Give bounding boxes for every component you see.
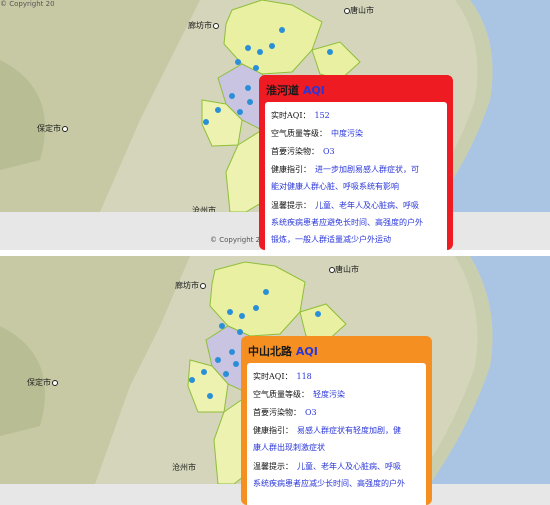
city-label-baoding: 保定市 xyxy=(27,377,58,388)
realtime-aqi-value: 152 xyxy=(314,111,330,120)
city-label-cangzhou: 沧州市 xyxy=(172,463,196,472)
realtime-aqi-row: 实时AQI： 118 xyxy=(253,372,312,381)
air-quality-row: 空气质量等级： 中度污染 xyxy=(271,129,363,138)
aqi-popup[interactable]: 淮河道 AQI 实时AQI： 152 空气质量等级： 中度污染 首要污染物： O3 健… xyxy=(259,75,453,250)
health-guide-line2: 康人群出现刺激症状 xyxy=(253,443,325,452)
tips-line2: 系统疾病患者应减少长时间、高强度的户外 xyxy=(253,479,405,488)
popup-body: 实时AQI： 118 空气质量等级： 轻度污染 首要污染物： O3 健康指引： 易感人群… xyxy=(247,363,426,505)
health-guide-row: 健康指引： 进一步加剧易感人群症状，可 xyxy=(271,165,419,174)
aqi-label: AQI xyxy=(302,84,325,97)
health-guide-line2: 能对健康人群心脏、呼吸系统有影响 xyxy=(271,182,399,191)
pollutant-row: 首要污染物： O3 xyxy=(271,147,335,156)
popup-title: 中山北路 AQI xyxy=(248,343,318,359)
air-quality-value: 轻度污染 xyxy=(313,390,345,399)
popup-body: 实时AQI： 152 空气质量等级： 中度污染 首要污染物： O3 健康指引： 进一步加… xyxy=(265,102,447,250)
station-name: 中山北路 xyxy=(248,345,292,358)
health-guide-row: 健康指引： 易感人群症状有轻度加剧，健 xyxy=(253,426,401,435)
city-label-baoding: 保定市 xyxy=(37,123,68,134)
pollutant-row: 首要污染物： O3 xyxy=(253,408,317,417)
air-quality-value: 中度污染 xyxy=(331,129,363,138)
realtime-aqi-row: 实时AQI： 152 xyxy=(271,111,330,120)
tips-line3: 锻炼，一般人群适量减少户外运动 xyxy=(271,235,391,244)
map-copyright: © Copyright 20 xyxy=(0,0,55,8)
map-panel-huaihedao: 廊坊市 唐山市 保定市 沧州市 © Copyright 20 淮河道 AQI 实… xyxy=(0,0,550,250)
pollutant-value: O3 xyxy=(305,408,317,417)
aqi-label: AQI xyxy=(295,345,318,358)
city-label-tangshan: 唐山市 xyxy=(343,5,374,16)
city-label-langfang: 廊坊市 xyxy=(188,20,219,31)
map-copyright: © Copyright 20 xyxy=(210,236,265,244)
tips-row: 温馨提示： 儿童、老年人及心脏病、呼吸 xyxy=(253,462,401,471)
tips-row: 温馨提示： 儿童、老年人及心脏病、呼吸 xyxy=(271,201,419,210)
aqi-popup[interactable]: 中山北路 AQI 实时AQI： 118 空气质量等级： 轻度污染 首要污染物： O3 … xyxy=(241,336,432,505)
realtime-aqi-value: 118 xyxy=(296,372,312,381)
station-name: 淮河道 xyxy=(266,84,299,97)
pollutant-value: O3 xyxy=(323,147,335,156)
city-label-tangshan: 唐山市 xyxy=(328,264,359,275)
popup-title: 淮河道 AQI xyxy=(266,82,325,98)
tips-line2: 系统疾病患者应避免长时间、高强度的户外 xyxy=(271,218,423,227)
city-label-langfang: 廊坊市 xyxy=(175,280,206,291)
air-quality-row: 空气质量等级： 轻度污染 xyxy=(253,390,345,399)
